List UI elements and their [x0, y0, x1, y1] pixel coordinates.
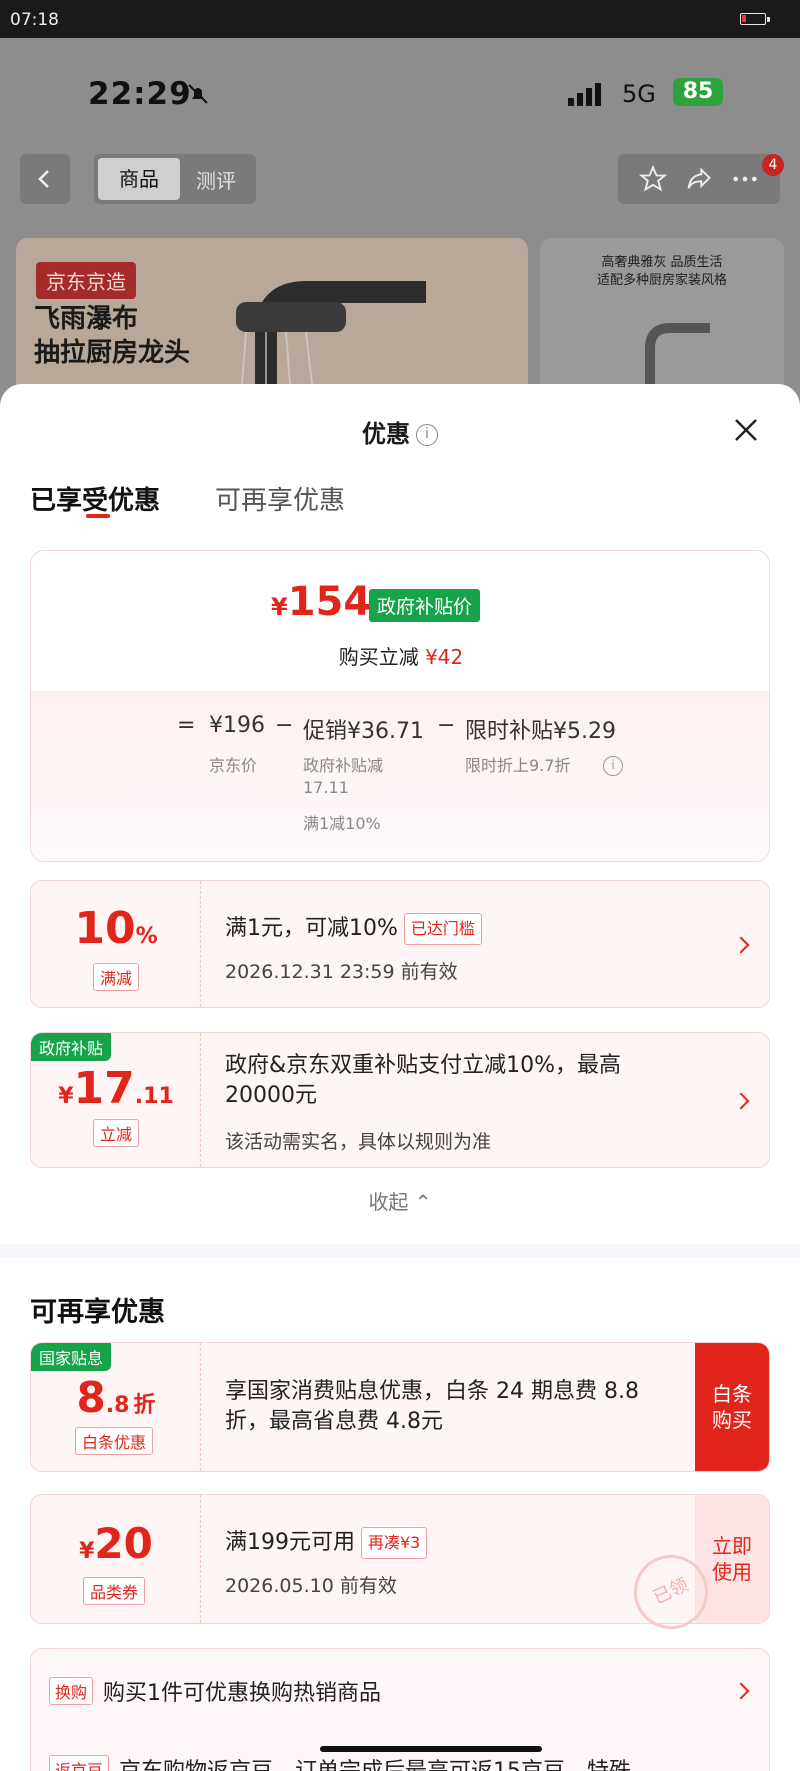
system-time: 07:18: [10, 10, 59, 30]
coupon-desc: 满1元，可减10% 已达门槛: [225, 913, 482, 945]
collapse-button[interactable]: 收起 ⌃: [0, 1186, 800, 1215]
home-indicator: [320, 1746, 542, 1752]
tab-enjoyed[interactable]: 已享受优惠: [30, 480, 160, 517]
share-icon[interactable]: [685, 165, 713, 193]
chevron-left-icon: [38, 170, 49, 188]
product-page-background: 22:29 5G 85 商品 测评 4 京东京造 飞雨瀑布 抽拉厨房龙头 高奢典…: [0, 38, 800, 438]
jingdou-tag: 返京豆: [49, 1755, 110, 1771]
mute-bell-icon: [188, 84, 208, 104]
exchange-tag: 换购: [49, 1677, 94, 1705]
close-icon[interactable]: [730, 414, 762, 446]
coupon-full-reduction[interactable]: 10% 满减 满1元，可减10% 已达门槛 2026.12.31 23:59 前有…: [30, 880, 770, 1008]
chevron-right-icon: [732, 1092, 750, 1110]
active-tab-indicator: [86, 514, 110, 518]
price-breakdown-card: ¥154 政府补贴价 购买立减 ¥42 = ¥196 − 促销¥36.71 − …: [30, 550, 770, 862]
back-button[interactable]: [20, 154, 70, 204]
banner-title: 飞雨瀑布 抽拉厨房龙头: [34, 304, 191, 368]
instant-reduce: 购买立减 ¥42: [338, 645, 464, 669]
info-icon[interactable]: i: [603, 756, 623, 776]
star-icon[interactable]: [639, 165, 667, 193]
network-type: 5G: [622, 80, 656, 108]
inner-status-time: 22:29: [88, 76, 192, 112]
tab-more[interactable]: 可再享优惠: [215, 480, 345, 517]
section-more-title: 可再享优惠: [30, 1297, 165, 1328]
limited-sub: 限时折上9.7折: [465, 756, 571, 775]
goods-review-tabs: 商品 测评: [94, 154, 256, 204]
interest-subsidy-badge: 国家贴息: [31, 1343, 112, 1371]
brand-tag: 京东京造: [36, 262, 136, 299]
chevron-right-icon: [732, 936, 750, 954]
coupon-amount: ¥20: [79, 1519, 153, 1568]
section-divider: [0, 1244, 800, 1258]
baitiao-buy-button[interactable]: 白条 购买: [695, 1343, 769, 1471]
sheet-title: 优惠 i: [0, 414, 800, 449]
extra-benefits-card: 换购 购买1件可优惠换购热销商品 返京豆 京东购物返京豆，订单完成后最高可返15…: [30, 1648, 770, 1771]
coupon-expiry: 2026.12.31 23:59 前有效: [225, 961, 458, 983]
notification-badge: 4: [762, 154, 784, 176]
coupon-type-label: 白条优惠: [75, 1427, 154, 1455]
coupon-baitiao[interactable]: 国家贴息 8.8 折 白条优惠 享国家消费贴息优惠，白条 24 期息费 8.8 折，…: [30, 1342, 770, 1472]
action-group: [618, 154, 780, 204]
coupon-desc: 享国家消费贴息优惠，白条 24 期息费 8.8 折，最高省息费 4.8元: [225, 1379, 639, 1434]
base-price-label: 京东价: [209, 756, 258, 775]
coupon-type-label: 品类券: [83, 1577, 146, 1605]
jingdou-text: 京东购物返京豆，订单完成后最高可返15京豆。特殊: [119, 1753, 631, 1771]
system-status-bar: 07:18: [0, 0, 800, 38]
final-price: ¥154: [271, 579, 372, 625]
chevron-up-icon: ⌃: [414, 1190, 432, 1214]
jingdou-row: 返京豆 京东购物返京豆，订单完成后最高可返15京豆。特殊: [49, 1753, 769, 1771]
signal-icon: [568, 83, 601, 106]
coupon-expiry: 2026.05.10 前有效: [225, 1575, 397, 1597]
tab-review[interactable]: 测评: [180, 165, 252, 194]
coupon-amount: 8.8 折: [76, 1373, 156, 1422]
coupon-amount: ¥17.11: [58, 1063, 174, 1114]
exchange-text: 购买1件可优惠换购热销商品: [103, 1681, 382, 1706]
exchange-row[interactable]: 换购 购买1件可优惠换购热销商品: [49, 1675, 749, 1707]
coupon-gov-subsidy[interactable]: 政府补贴 ¥17.11 立减 政府&京东双重补贴支付立减10%，最高 20000元…: [30, 1032, 770, 1168]
battery-level: 85: [673, 78, 723, 106]
promo-sub: 政府补贴减 17.11: [303, 756, 384, 797]
gov-subsidy-badge: 政府补贴: [31, 1033, 112, 1061]
coupon-note: 该活动需实名，具体以规则为准: [225, 1131, 492, 1153]
tab-goods[interactable]: 商品: [98, 158, 180, 200]
coupon-desc: 满199元可用 再凑¥3: [225, 1527, 428, 1559]
coupon-type-label: 满减: [93, 963, 140, 991]
coupon-type-label: 立减: [93, 1119, 140, 1147]
battery-icon: [740, 13, 770, 25]
gov-price-tag: 政府补贴价: [369, 589, 481, 622]
more-icon[interactable]: [731, 165, 759, 193]
info-icon[interactable]: i: [416, 424, 438, 446]
promo-sub2: 满1减10%: [303, 814, 381, 833]
coupon-desc: 政府&京东双重补贴支付立减10%，最高 20000元: [225, 1053, 622, 1108]
coupon-amount: 10%: [74, 903, 158, 954]
